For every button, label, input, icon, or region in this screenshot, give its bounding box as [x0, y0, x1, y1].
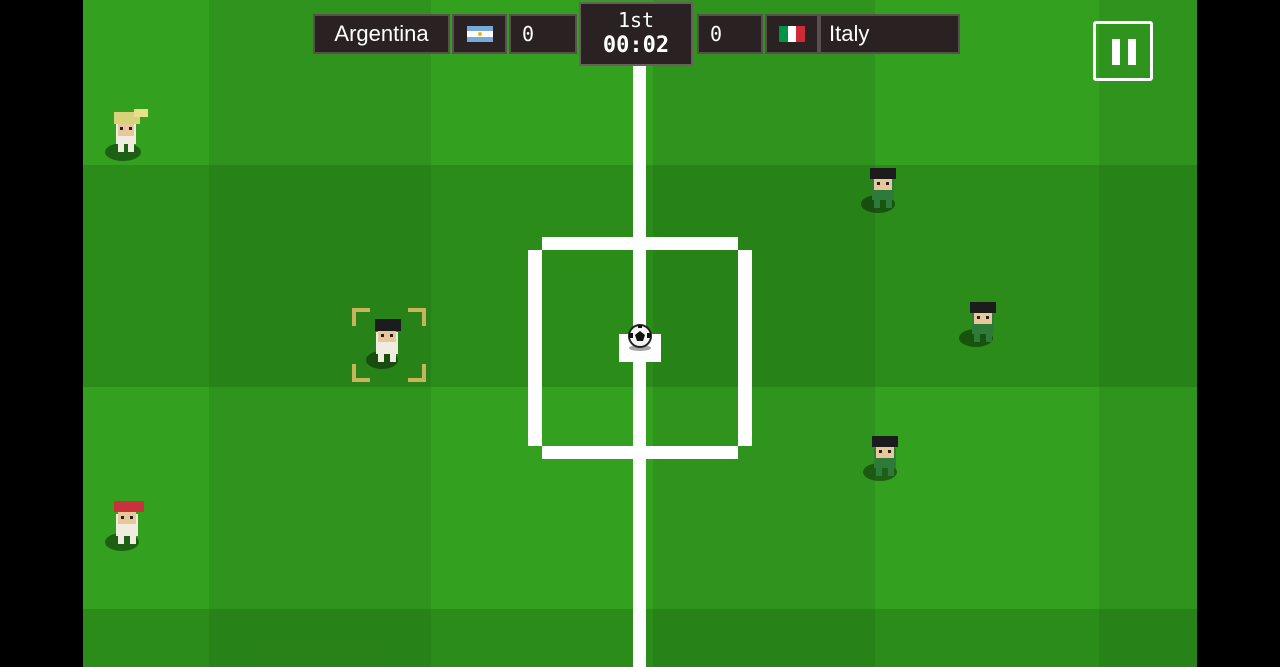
center-box-right	[738, 250, 752, 446]
away-flag-box	[765, 14, 819, 54]
pause-icon	[1128, 39, 1136, 65]
argentina-player-selected[interactable]	[366, 316, 412, 372]
italy-player[interactable]	[860, 166, 906, 222]
match-clock: 1st 00:02	[579, 2, 693, 66]
pause-icon	[1112, 39, 1120, 65]
argentina-flag-icon	[466, 26, 493, 42]
home-flag-box	[452, 14, 507, 54]
away-score: 0	[697, 14, 763, 54]
italy-flag-icon	[779, 26, 806, 42]
center-box-left	[528, 250, 542, 446]
argentina-player[interactable]	[104, 106, 150, 162]
halfway-line	[633, 60, 646, 667]
soccer-ball-icon	[628, 324, 652, 351]
center-box-top	[542, 237, 738, 250]
center-box-bottom	[542, 446, 738, 459]
argentina-player[interactable]	[104, 498, 150, 554]
home-team-name: Argentina	[313, 14, 450, 54]
pause-button[interactable]	[1093, 21, 1153, 81]
italy-player[interactable]	[958, 298, 1004, 354]
match-period: 1st	[617, 8, 655, 32]
home-score: 0	[509, 14, 577, 54]
pitch-column-shade	[653, 0, 875, 667]
away-team-name: Italy	[819, 14, 960, 54]
pitch-column-shade	[1099, 0, 1197, 667]
match-time: 00:02	[602, 33, 670, 58]
italy-player[interactable]	[862, 434, 908, 490]
